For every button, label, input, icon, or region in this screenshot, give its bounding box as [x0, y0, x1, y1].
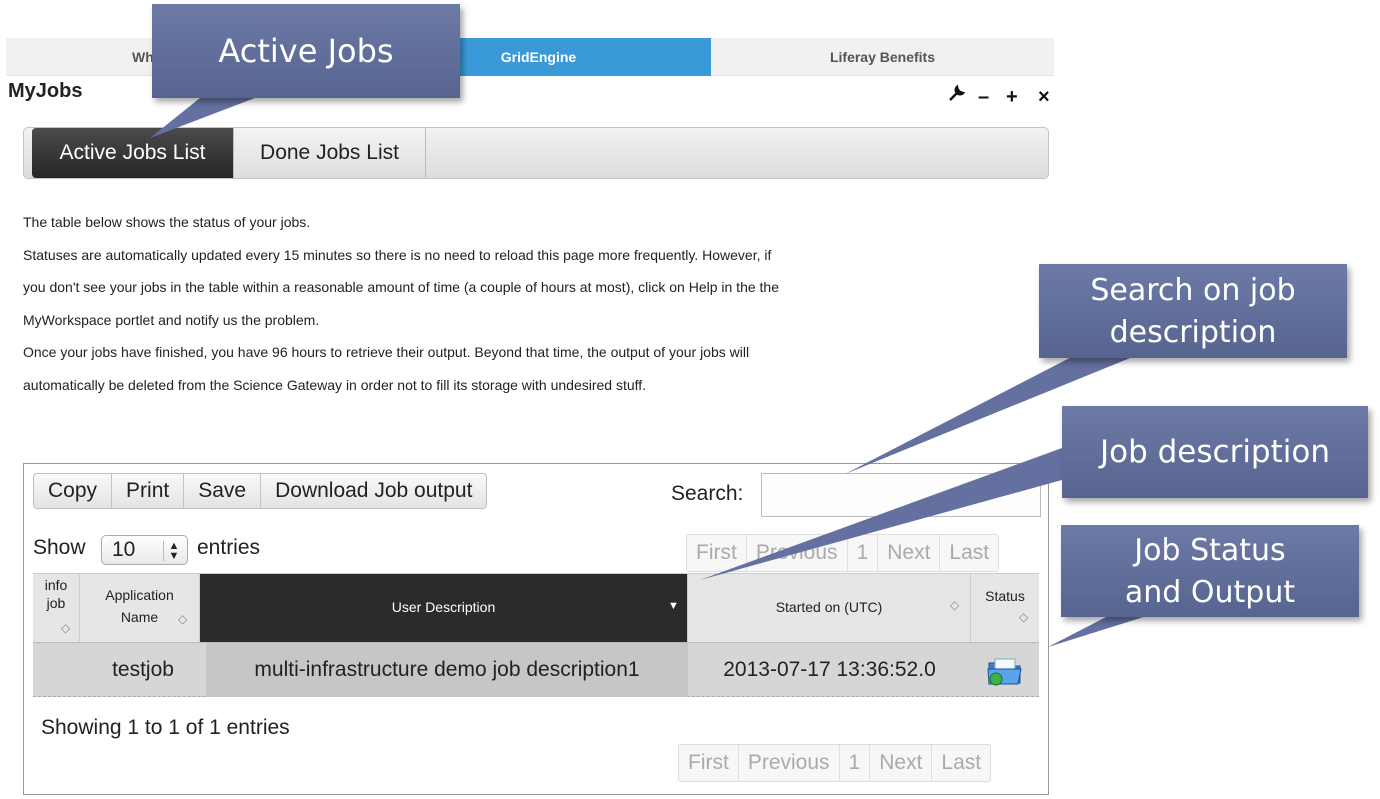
callout-line: description [1109, 315, 1277, 350]
callout-active-jobs: Active Jobs [152, 4, 460, 98]
callout-line: and Output [1124, 575, 1296, 610]
callout-pointer-active-jobs [150, 98, 255, 138]
callout-search-on-job-description: Search on job description [1039, 264, 1347, 358]
callout-job-description: Job description [1062, 406, 1368, 498]
callout-job-status-output: Job Status and Output [1061, 525, 1359, 617]
callout-pointers [150, 98, 1150, 647]
callout-pointer-status [1048, 615, 1150, 647]
callout-line: Job Status [1134, 533, 1286, 568]
callout-line: Search on job [1090, 273, 1296, 308]
callout-pointer-job-description [700, 448, 1062, 580]
